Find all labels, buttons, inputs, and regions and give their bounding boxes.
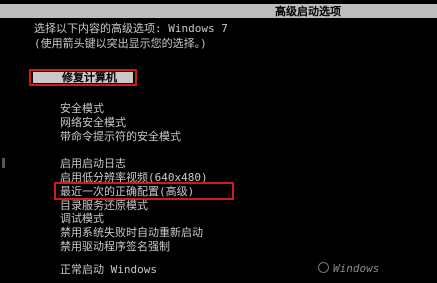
- last-known-good-callout-box: [54, 182, 234, 200]
- watermark-text: Windows: [333, 262, 380, 275]
- directory-services-restore-option[interactable]: 目录服务还原模式: [60, 200, 148, 211]
- debugging-mode-option[interactable]: 调试模式: [60, 213, 104, 224]
- edge-artifact: [2, 158, 5, 168]
- boot-logging-option[interactable]: 启用启动日志: [60, 158, 126, 169]
- safe-mode-networking-option[interactable]: 网络安全模式: [60, 117, 126, 128]
- safe-mode-option[interactable]: 安全模式: [60, 103, 104, 114]
- watermark-logo-icon: [318, 262, 329, 273]
- screen-title: 高级启动选项: [275, 5, 341, 18]
- disable-auto-restart-option[interactable]: 禁用系统失败时自动重新启动: [60, 227, 203, 238]
- intro-line-hint: (使用箭头键以突出显示您的选择。): [34, 37, 207, 50]
- disable-driver-signature-option[interactable]: 禁用驱动程序签名强制: [60, 241, 170, 252]
- safe-mode-command-prompt-option[interactable]: 带命令提示符的安全模式: [60, 131, 181, 142]
- repair-callout-box: [29, 69, 137, 86]
- start-windows-normally-option[interactable]: 正常启动 Windows: [60, 264, 157, 275]
- title-bar: 高级启动选项: [0, 4, 437, 18]
- intro-line-os: 选择以下内容的高级选项: Windows 7: [34, 22, 228, 35]
- boot-options-screen: 高级启动选项 选择以下内容的高级选项: Windows 7 (使用箭头键以突出显…: [0, 0, 437, 283]
